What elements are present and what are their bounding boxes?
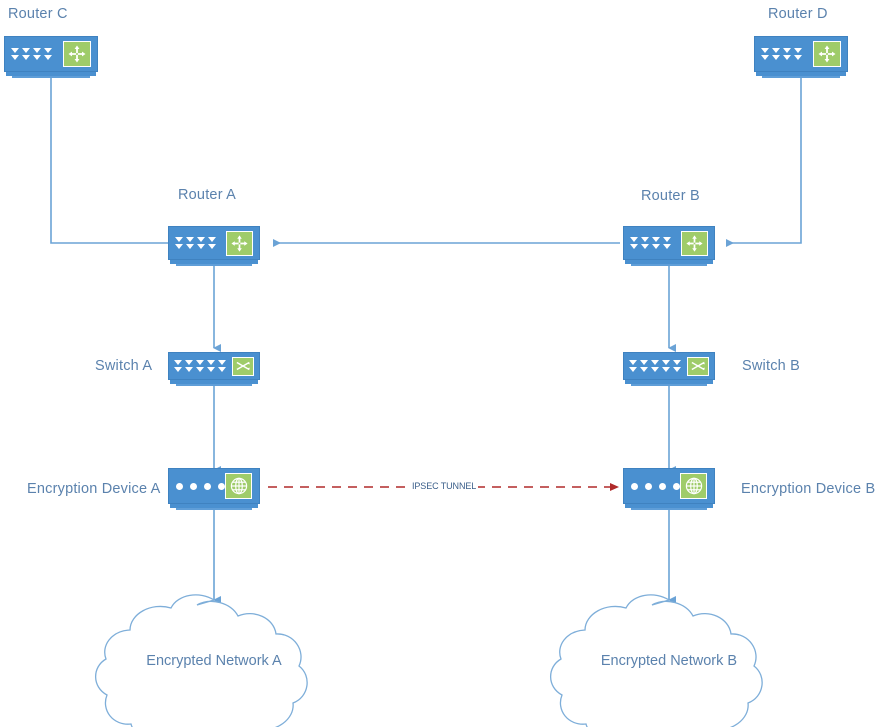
link-router-d-to-router-b [726, 78, 802, 247]
router-port-array [175, 237, 216, 249]
switch-port-array [629, 360, 681, 372]
globe-encryption-icon [225, 473, 252, 499]
node-switch-a[interactable] [168, 352, 260, 390]
label-router-d: Router D [768, 6, 828, 22]
switch-icon [232, 356, 254, 376]
switch-b-shadow [631, 384, 707, 386]
router-icon [63, 41, 91, 67]
switch-icon [687, 356, 709, 376]
status-led-array [176, 482, 225, 490]
router-icon [813, 41, 841, 67]
label-ipsec-tunnel: IPSEC TUNNEL [410, 481, 479, 491]
switch-a-chassis [168, 352, 260, 380]
globe-encryption-icon [680, 473, 707, 499]
network-diagram-canvas: Router C Router D Router A Router B Swit… [0, 0, 882, 727]
router-port-array [11, 48, 52, 60]
router-port-array [630, 237, 671, 249]
encryption-device-b-chassis [623, 468, 715, 504]
encryption-device-a-shadow [176, 508, 252, 510]
node-router-d[interactable] [754, 36, 848, 78]
encryption-device-a-chassis [168, 468, 260, 504]
node-encryption-device-b[interactable] [623, 468, 715, 510]
switch-a-shadow [176, 384, 252, 386]
router-a-chassis [168, 226, 260, 260]
router-c-chassis [4, 36, 98, 72]
router-d-chassis [754, 36, 848, 72]
node-encryption-device-a[interactable] [168, 468, 260, 510]
router-icon [681, 230, 708, 256]
label-cloud-a: Encrypted Network A [146, 653, 282, 669]
router-b-shadow [631, 264, 707, 266]
router-b-chassis [623, 226, 715, 260]
label-router-a: Router A [178, 187, 237, 203]
router-d-shadow [762, 76, 840, 78]
label-encryption-device-b: Encryption Device B [741, 481, 876, 497]
label-cloud-b: Encrypted Network B [600, 653, 738, 669]
router-c-shadow [12, 76, 90, 78]
router-a-shadow [176, 264, 252, 266]
label-encryption-device-a: Encryption Device A [27, 481, 161, 497]
encryption-device-b-shadow [631, 508, 707, 510]
router-port-array [761, 48, 802, 60]
label-switch-a: Switch A [95, 358, 153, 374]
node-router-a[interactable] [168, 226, 260, 266]
label-switch-b: Switch B [742, 358, 801, 374]
label-router-b: Router B [641, 188, 700, 204]
link-router-c-to-router-a [50, 78, 168, 244]
node-router-b[interactable] [623, 226, 715, 266]
switch-b-chassis [623, 352, 715, 380]
node-switch-b[interactable] [623, 352, 715, 390]
router-icon [226, 230, 253, 256]
status-led-array [631, 482, 680, 490]
label-router-c: Router C [8, 6, 68, 22]
switch-port-array [174, 360, 226, 372]
node-router-c[interactable] [4, 36, 98, 78]
